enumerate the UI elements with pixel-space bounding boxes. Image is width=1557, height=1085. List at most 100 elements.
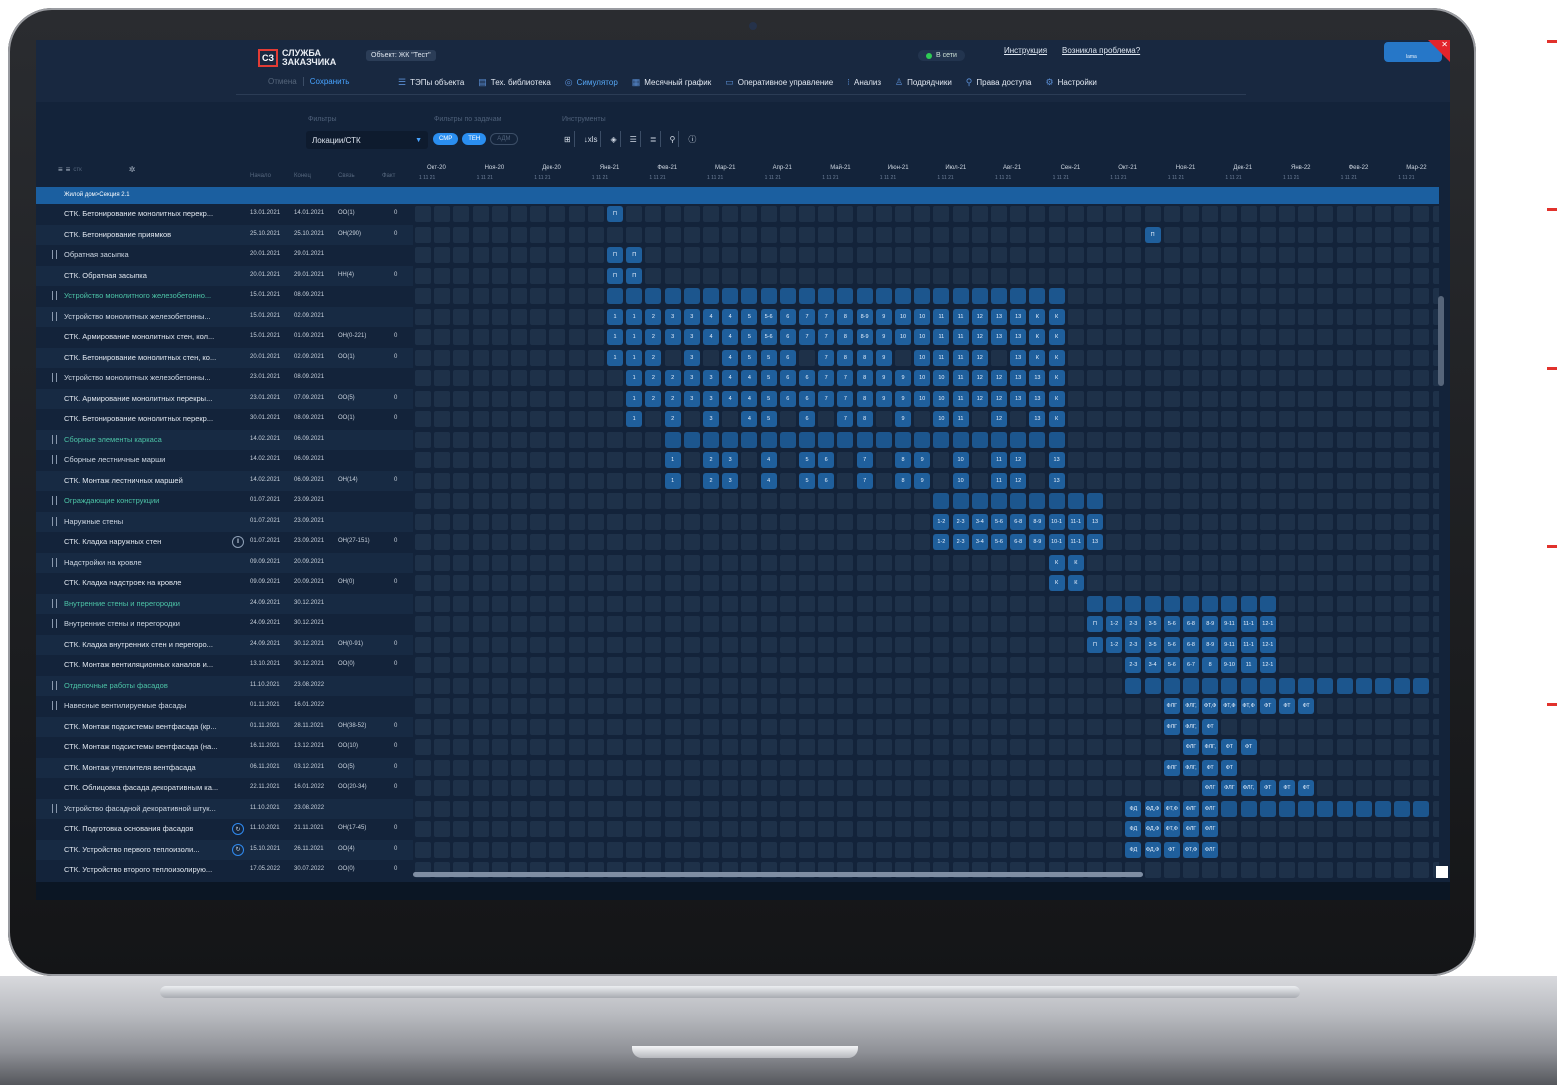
grid-cell[interactable] — [1298, 431, 1315, 448]
grid-cell[interactable] — [895, 657, 911, 674]
grid-cell[interactable] — [856, 575, 873, 592]
grid-cell[interactable] — [472, 616, 489, 633]
grid-cell[interactable] — [1259, 329, 1276, 346]
grid-cell[interactable] — [1355, 698, 1372, 715]
grid-cell[interactable] — [1125, 472, 1142, 489]
schedule-bar[interactable]: ФЛГ, — [1240, 780, 1257, 797]
schedule-bar[interactable]: 3-4 — [1144, 657, 1161, 674]
grid-cell[interactable] — [1106, 206, 1123, 223]
grid-cell[interactable] — [511, 370, 527, 387]
schedule-bar[interactable]: ФЛГ, — [1183, 718, 1199, 735]
vertical-scrollbar[interactable] — [1438, 296, 1444, 386]
grid-cell[interactable] — [511, 411, 527, 428]
summary-bar-segment[interactable] — [933, 493, 950, 510]
grid-cell[interactable] — [1394, 513, 1411, 530]
schedule-bar[interactable]: 1-2 — [933, 534, 950, 551]
task-row[interactable]: СТК. Армирование монолитных стен, кол...… — [36, 327, 413, 348]
grid-cell[interactable] — [1394, 534, 1411, 551]
grid-cell[interactable] — [1355, 390, 1372, 407]
grid-cell[interactable] — [1029, 759, 1046, 776]
grid-cell[interactable] — [607, 595, 623, 612]
grid-cell[interactable] — [1183, 513, 1199, 530]
grid-cell[interactable] — [549, 677, 566, 694]
grid-cell[interactable] — [472, 431, 489, 448]
grid-cell[interactable] — [683, 472, 700, 489]
grid-cell[interactable] — [683, 411, 700, 428]
grid-cell[interactable] — [1394, 267, 1411, 284]
grid-cell[interactable] — [779, 657, 796, 674]
grid-cell[interactable] — [952, 267, 969, 284]
schedule-bar[interactable]: К — [1048, 308, 1065, 325]
grid-cell[interactable] — [645, 841, 662, 858]
grid-cell[interactable] — [1240, 493, 1257, 510]
grid-cell[interactable] — [568, 800, 585, 817]
grid-cell[interactable] — [607, 390, 623, 407]
grid-cell[interactable] — [1202, 554, 1219, 571]
grid-cell[interactable] — [914, 247, 931, 264]
schedule-bar[interactable]: 10 — [933, 370, 950, 387]
grid-cell[interactable] — [1240, 329, 1257, 346]
grid-cell[interactable] — [1029, 452, 1046, 469]
grid-cell[interactable] — [1336, 534, 1353, 551]
task-row[interactable]: СТК. Армирование монолитных перекры... 23… — [36, 388, 413, 409]
schedule-bar[interactable]: ФТ — [1221, 759, 1238, 776]
grid-cell[interactable] — [683, 800, 700, 817]
schedule-bar[interactable]: 13 — [991, 308, 1007, 325]
grid-cell[interactable] — [587, 554, 604, 571]
grid-cell[interactable] — [1336, 616, 1353, 633]
grid-cell[interactable] — [991, 677, 1007, 694]
grid-cell[interactable] — [1125, 739, 1142, 756]
grid-cell[interactable] — [1029, 267, 1046, 284]
grid-cell[interactable] — [933, 718, 950, 735]
grid-cell[interactable] — [1240, 862, 1257, 879]
grid-cell[interactable] — [1413, 349, 1430, 366]
grid-cell[interactable] — [1298, 206, 1315, 223]
nav-item-teps[interactable]: ☰ ТЭПы объекта — [398, 77, 464, 88]
summary-bar-segment[interactable] — [837, 431, 854, 448]
grid-cell[interactable] — [1336, 431, 1353, 448]
grid-cell[interactable] — [664, 698, 681, 715]
summary-bar-segment[interactable] — [722, 288, 739, 305]
grid-cell[interactable] — [549, 390, 566, 407]
grid-cell[interactable] — [664, 554, 681, 571]
grid-cell[interactable] — [991, 636, 1007, 653]
grid-cell[interactable] — [1048, 267, 1065, 284]
grid-cell[interactable] — [971, 616, 988, 633]
report-problem-link[interactable]: Возникла проблема? — [1062, 46, 1140, 55]
grid-cell[interactable] — [1163, 780, 1180, 797]
grid-cell[interactable] — [1355, 554, 1372, 571]
grid-cell[interactable] — [415, 349, 431, 366]
grid-cell[interactable] — [1106, 554, 1123, 571]
grid-cell[interactable] — [664, 247, 681, 264]
grid-cell[interactable] — [1375, 452, 1391, 469]
grid-cell[interactable] — [722, 636, 739, 653]
schedule-bar[interactable]: 2-3 — [952, 513, 969, 530]
schedule-bar[interactable]: 12 — [1010, 452, 1027, 469]
schedule-bar[interactable]: 12 — [971, 370, 988, 387]
grid-cell[interactable] — [511, 267, 527, 284]
schedule-bar[interactable]: 9 — [914, 472, 931, 489]
grid-cell[interactable] — [1048, 800, 1065, 817]
grid-cell[interactable] — [1067, 780, 1084, 797]
grid-cell[interactable] — [1432, 206, 1439, 223]
grid-cell[interactable] — [1144, 370, 1161, 387]
grid-cell[interactable] — [1336, 698, 1353, 715]
grid-cell[interactable] — [837, 718, 854, 735]
grid-cell[interactable] — [1221, 329, 1238, 346]
grid-cell[interactable] — [1375, 288, 1391, 305]
grid-cell[interactable] — [799, 206, 815, 223]
grid-cell[interactable] — [626, 739, 643, 756]
grid-cell[interactable] — [626, 513, 643, 530]
schedule-bar[interactable]: 9 — [875, 390, 892, 407]
grid-cell[interactable] — [875, 821, 892, 838]
grid-cell[interactable] — [568, 452, 585, 469]
grid-cell[interactable] — [472, 657, 489, 674]
grid-cell[interactable] — [1029, 472, 1046, 489]
schedule-bar[interactable]: П — [626, 267, 643, 284]
summary-bar-segment[interactable] — [741, 431, 758, 448]
grid-cell[interactable] — [799, 841, 815, 858]
grid-cell[interactable] — [1010, 821, 1027, 838]
grid-cell[interactable] — [1336, 411, 1353, 428]
grid-cell[interactable] — [818, 411, 835, 428]
grid-cell[interactable] — [1048, 247, 1065, 264]
